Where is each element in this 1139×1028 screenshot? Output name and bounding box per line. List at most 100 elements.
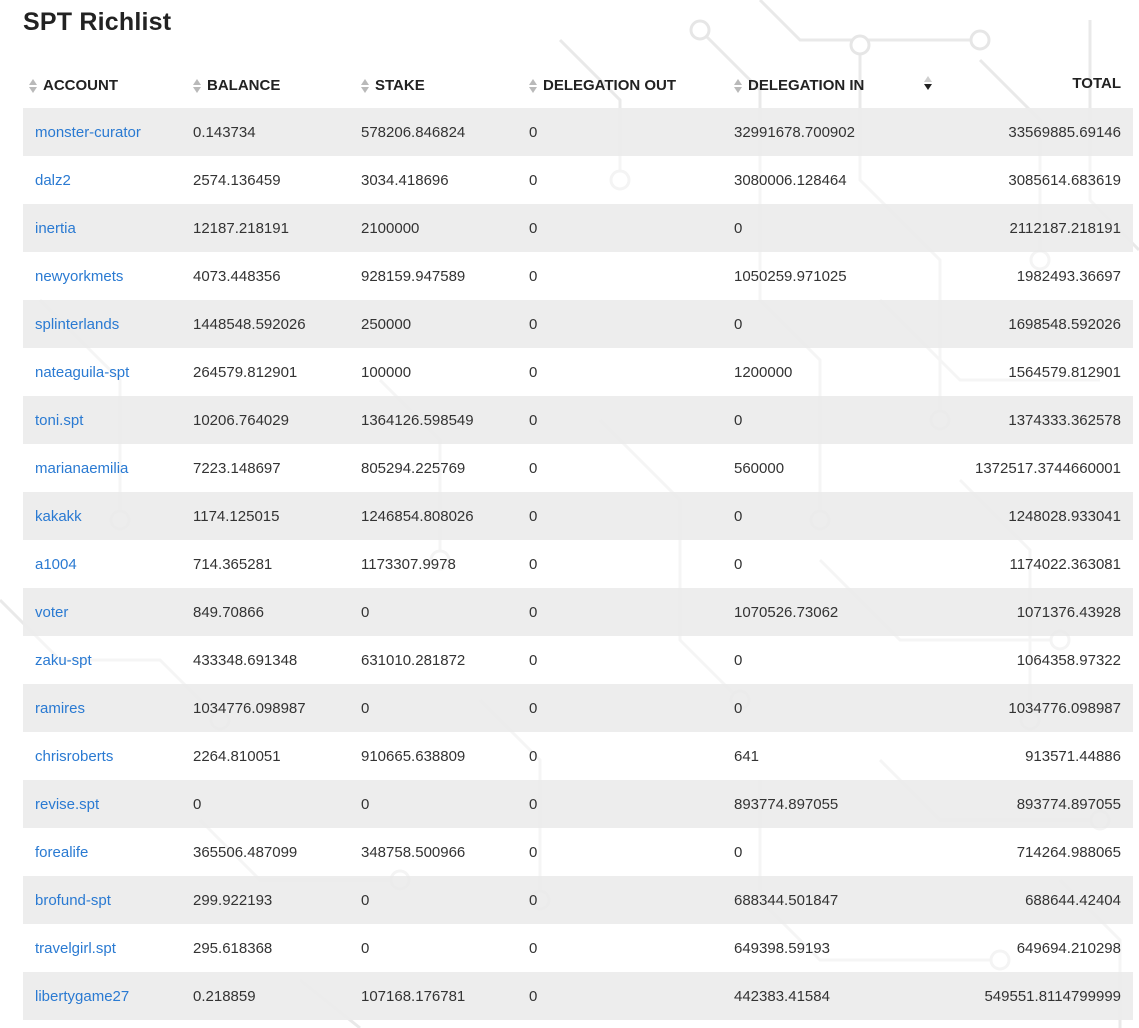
account-cell: toni.spt — [23, 396, 193, 444]
total-cell: 893774.897055 — [924, 780, 1133, 828]
table-row: newyorkmets 4073.448356 928159.947589 0 1050… — [23, 252, 1133, 300]
delegation-in-cell: 893774.897055 — [734, 780, 924, 828]
balance-cell: 714.365281 — [193, 540, 361, 588]
delegation-out-cell: 0 — [529, 588, 734, 636]
total-cell: 1372517.3744660001 — [924, 444, 1133, 492]
account-link[interactable]: travelgirl.spt — [35, 940, 116, 957]
balance-cell: 433348.691348 — [193, 636, 361, 684]
header-row: ACCOUNT BALANCE STAKE DELEGATION OUT DEL… — [23, 58, 1133, 108]
table-row: brofund-spt 299.922193 0 0 688344.501847 6886… — [23, 876, 1133, 924]
column-header-total-label: TOTAL — [1072, 74, 1121, 92]
sort-both-icon — [529, 78, 538, 94]
delegation-out-cell: 0 — [529, 300, 734, 348]
column-header-balance[interactable]: BALANCE — [193, 58, 361, 108]
delegation-in-cell: 0 — [734, 540, 924, 588]
delegation-out-cell: 0 — [529, 204, 734, 252]
column-header-stake[interactable]: STAKE — [361, 58, 529, 108]
richlist-table: ACCOUNT BALANCE STAKE DELEGATION OUT DEL… — [23, 58, 1133, 1020]
delegation-out-cell: 0 — [529, 828, 734, 876]
table-row: kakakk 1174.125015 1246854.808026 0 0 1248028… — [23, 492, 1133, 540]
total-cell: 1174022.363081 — [924, 540, 1133, 588]
stake-cell: 578206.846824 — [361, 108, 529, 156]
delegation-in-cell: 688344.501847 — [734, 876, 924, 924]
stake-cell: 2100000 — [361, 204, 529, 252]
table-row: splinterlands 1448548.592026 250000 0 0 16985… — [23, 300, 1133, 348]
account-link[interactable]: voter — [35, 604, 68, 621]
delegation-in-cell: 649398.59193 — [734, 924, 924, 972]
sort-both-icon — [734, 78, 743, 94]
stake-cell: 250000 — [361, 300, 529, 348]
table-row: libertygame27 0.218859 107168.176781 0 44238… — [23, 972, 1133, 1020]
account-link[interactable]: marianaemilia — [35, 460, 128, 477]
delegation-in-cell: 0 — [734, 204, 924, 252]
account-link[interactable]: a1004 — [35, 556, 77, 573]
account-link[interactable]: newyorkmets — [35, 268, 123, 285]
account-cell: a1004 — [23, 540, 193, 588]
delegation-in-cell: 0 — [734, 300, 924, 348]
stake-cell: 1173307.9978 — [361, 540, 529, 588]
table-row: voter 849.70866 0 0 1070526.73062 1071376.439… — [23, 588, 1133, 636]
page-title: SPT Richlist — [23, 8, 172, 36]
balance-cell: 365506.487099 — [193, 828, 361, 876]
column-header-delegation-in[interactable]: DELEGATION IN — [734, 58, 924, 108]
sort-descending-icon — [924, 75, 933, 91]
account-link[interactable]: ramires — [35, 700, 85, 717]
delegation-out-cell: 0 — [529, 876, 734, 924]
delegation-in-cell: 32991678.700902 — [734, 108, 924, 156]
table-row: revise.spt 0 0 0 893774.897055 893774.897055 — [23, 780, 1133, 828]
account-link[interactable]: chrisroberts — [35, 748, 113, 765]
table-row: travelgirl.spt 295.618368 0 0 649398.59193 64… — [23, 924, 1133, 972]
delegation-out-cell: 0 — [529, 252, 734, 300]
account-cell: newyorkmets — [23, 252, 193, 300]
total-cell: 1982493.36697 — [924, 252, 1133, 300]
account-link[interactable]: libertygame27 — [35, 988, 129, 1005]
account-link[interactable]: nateaguila-spt — [35, 364, 129, 381]
stake-cell: 1364126.598549 — [361, 396, 529, 444]
table-row: dalz2 2574.136459 3034.418696 0 3080006.1284… — [23, 156, 1133, 204]
delegation-out-cell: 0 — [529, 348, 734, 396]
account-link[interactable]: brofund-spt — [35, 892, 111, 909]
account-link[interactable]: monster-curator — [35, 124, 141, 141]
total-cell: 549551.8114799999 — [924, 972, 1133, 1020]
stake-cell: 0 — [361, 876, 529, 924]
delegation-out-cell: 0 — [529, 636, 734, 684]
balance-cell: 2574.136459 — [193, 156, 361, 204]
account-cell: ramires — [23, 684, 193, 732]
table-header: ACCOUNT BALANCE STAKE DELEGATION OUT DEL… — [23, 58, 1133, 108]
account-link[interactable]: toni.spt — [35, 412, 83, 429]
delegation-in-cell: 0 — [734, 684, 924, 732]
balance-cell: 0.218859 — [193, 972, 361, 1020]
delegation-out-cell: 0 — [529, 924, 734, 972]
delegation-out-cell: 0 — [529, 540, 734, 588]
delegation-out-cell: 0 — [529, 108, 734, 156]
delegation-out-cell: 0 — [529, 732, 734, 780]
table-row: toni.spt 10206.764029 1364126.598549 0 0 1374… — [23, 396, 1133, 444]
table-row: marianaemilia 7223.148697 805294.225769 0 56… — [23, 444, 1133, 492]
balance-cell: 4073.448356 — [193, 252, 361, 300]
account-cell: forealife — [23, 828, 193, 876]
account-cell: revise.spt — [23, 780, 193, 828]
delegation-in-cell: 3080006.128464 — [734, 156, 924, 204]
balance-cell: 1448548.592026 — [193, 300, 361, 348]
account-cell: marianaemilia — [23, 444, 193, 492]
account-link[interactable]: dalz2 — [35, 172, 71, 189]
account-link[interactable]: zaku-spt — [35, 652, 92, 669]
delegation-in-cell: 0 — [734, 828, 924, 876]
total-cell: 714264.988065 — [924, 828, 1133, 876]
account-cell: inertia — [23, 204, 193, 252]
account-link[interactable]: splinterlands — [35, 316, 119, 333]
delegation-out-cell: 0 — [529, 780, 734, 828]
column-header-account[interactable]: ACCOUNT — [23, 58, 193, 108]
table-body: monster-curator 0.143734 578206.846824 0 329… — [23, 108, 1133, 1020]
column-header-delegation-out[interactable]: DELEGATION OUT — [529, 58, 734, 108]
account-cell: kakakk — [23, 492, 193, 540]
balance-cell: 1174.125015 — [193, 492, 361, 540]
account-link[interactable]: inertia — [35, 220, 76, 237]
total-cell: 1698548.592026 — [924, 300, 1133, 348]
account-link[interactable]: kakakk — [35, 508, 82, 525]
delegation-in-cell: 1050259.971025 — [734, 252, 924, 300]
balance-cell: 0.143734 — [193, 108, 361, 156]
column-header-total[interactable]: TOTAL — [924, 58, 1133, 108]
account-link[interactable]: forealife — [35, 844, 88, 861]
account-link[interactable]: revise.spt — [35, 796, 99, 813]
